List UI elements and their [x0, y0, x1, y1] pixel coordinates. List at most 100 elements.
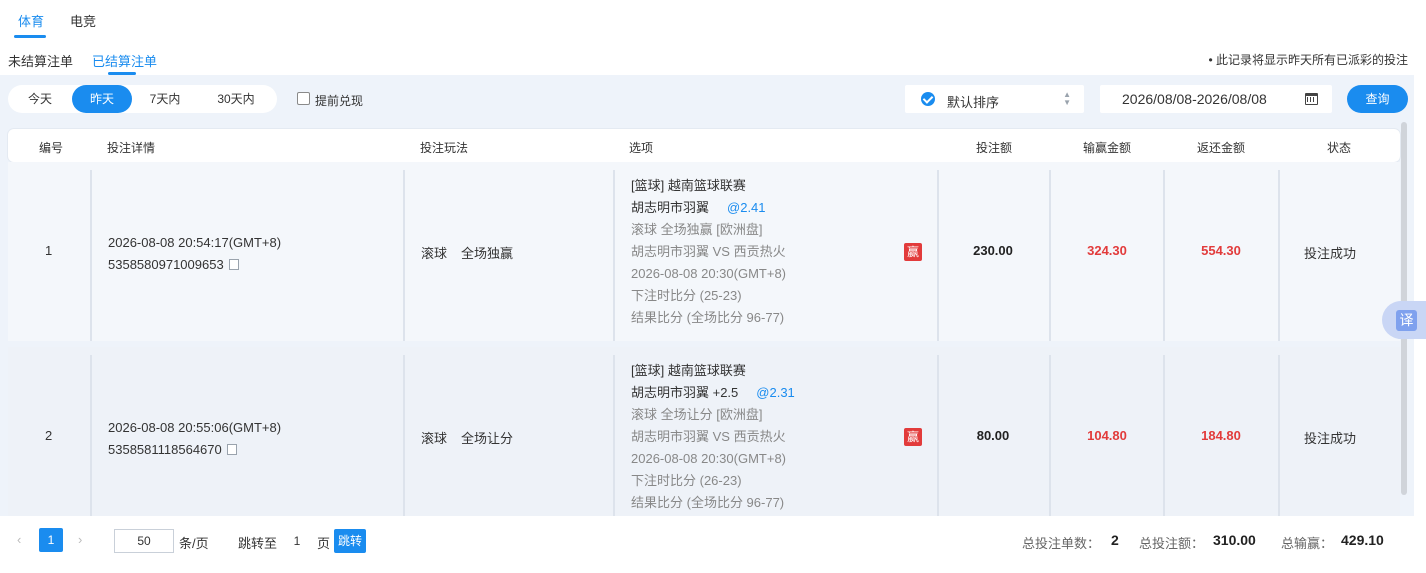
page-number-button[interactable]: 1 — [39, 528, 63, 552]
prev-page-icon[interactable]: ‹ — [17, 532, 21, 547]
league: [篮球] 越南篮球联赛 — [631, 178, 746, 193]
header-no: 编号 — [39, 141, 64, 155]
column-divider — [1163, 355, 1165, 516]
header-play: 投注玩法 — [420, 141, 469, 155]
win-badge: 赢 — [904, 428, 922, 446]
page-size-input[interactable]: 50 — [114, 529, 174, 553]
range-yesterday-button[interactable]: 昨天 — [72, 85, 132, 113]
sort-select[interactable]: 默认排序 ▲ ▼ — [905, 85, 1084, 113]
table-row: 1 2026-08-08 20:54:17(GMT+8) 53585809710… — [8, 162, 1400, 341]
bet-details: 2026-08-08 20:54:17(GMT+8) 5358580971009… — [108, 232, 281, 276]
market: 滚球 全场让分 [欧洲盘] — [631, 407, 763, 422]
column-divider — [1049, 170, 1051, 341]
jump-label: 跳转至 — [238, 536, 278, 551]
tab-unsettled[interactable]: 未结算注单 — [8, 51, 73, 70]
header-status: 状态 — [1327, 141, 1352, 155]
column-divider — [1163, 170, 1165, 341]
header-return: 返还金额 — [1197, 141, 1246, 155]
jump-button[interactable]: 跳转 — [334, 529, 366, 553]
date-range-picker[interactable]: 2026/08/08-2026/08/08 — [1100, 85, 1332, 113]
win-badge: 赢 — [904, 243, 922, 261]
date-range-segment: 今天 昨天 7天内 30天内 — [8, 85, 277, 113]
odds: @2.31 — [756, 385, 795, 400]
league: [篮球] 越南篮球联赛 — [631, 363, 746, 378]
total-count-value: 2 — [1111, 532, 1119, 548]
copy-icon[interactable] — [223, 444, 237, 458]
market: 滚球 全场独赢 [欧洲盘] — [631, 222, 763, 237]
tab-esports[interactable]: 电竞 — [70, 11, 96, 30]
column-divider — [403, 355, 405, 516]
header-stake: 投注额 — [976, 141, 1013, 155]
bet-time: 2026-08-08 20:55:06(GMT+8) — [108, 420, 282, 435]
bet-selection: [篮球] 越南篮球联赛 胡志明市羽翼 @2.41 滚球 全场独赢 [欧洲盘] 胡志… — [631, 175, 786, 329]
column-divider — [613, 170, 615, 341]
jump-page-input[interactable]: 1 — [283, 529, 311, 553]
table-body: 1 2026-08-08 20:54:17(GMT+8) 53585809710… — [0, 162, 1400, 516]
tab-active-indicator — [14, 35, 46, 38]
header-bet-details: 投注详情 — [107, 141, 156, 155]
copy-icon[interactable] — [225, 259, 239, 273]
odds: @2.41 — [727, 200, 766, 215]
win-loss-amount: 104.80 — [1087, 428, 1127, 443]
return-amount: 184.80 — [1201, 428, 1241, 443]
pagination-footer: ‹ 1 › 50 条/页 跳转至 1 页 跳转 总投注单数： 2 总投注额： 3… — [0, 516, 1414, 566]
range-30days-button[interactable]: 30天内 — [204, 85, 268, 113]
play-type: 滚球 — [421, 431, 448, 446]
result-score: 结果比分 (全场比分 96-77) — [631, 310, 785, 325]
return-amount: 554.30 — [1201, 243, 1241, 258]
score-at-bet: 下注时比分 (26-23) — [631, 473, 742, 488]
stake-amount: 230.00 — [973, 243, 1013, 258]
match: 胡志明市羽翼 VS 西贡热火 — [631, 429, 786, 444]
date-range-value: 2026/08/08-2026/08/08 — [1122, 91, 1267, 107]
column-divider — [403, 170, 405, 341]
column-divider — [1278, 170, 1280, 341]
range-today-button[interactable]: 今天 — [8, 85, 72, 113]
header-selection: 选项 — [629, 141, 654, 155]
per-page-label: 条/页 — [179, 536, 209, 551]
tab-sports[interactable]: 体育 — [18, 11, 44, 30]
play-name: 全场独赢 — [461, 246, 514, 261]
column-divider — [1278, 355, 1280, 516]
column-divider — [90, 355, 92, 516]
row-number: 2 — [45, 428, 53, 443]
column-divider — [1049, 355, 1051, 516]
table-row: 2 2026-08-08 20:55:06(GMT+8) 53585811185… — [8, 347, 1400, 516]
total-stake-value: 310.00 — [1213, 532, 1256, 548]
bet-time: 2026-08-08 20:54:17(GMT+8) — [108, 235, 282, 250]
result-score: 结果比分 (全场比分 96-77) — [631, 495, 785, 510]
bet-status: 投注成功 — [1304, 431, 1357, 446]
check-circle-icon — [921, 92, 935, 106]
bet-id: 5358580971009653 — [108, 257, 224, 272]
query-button[interactable]: 查询 — [1347, 85, 1408, 113]
next-page-icon[interactable]: › — [78, 532, 82, 547]
column-divider — [937, 170, 939, 341]
bet-selection: [篮球] 越南篮球联赛 胡志明市羽翼 +2.5 @2.31 滚球 全场让分 [欧洲… — [631, 360, 795, 514]
column-divider — [90, 170, 92, 341]
cashout-checkbox[interactable] — [297, 92, 310, 105]
win-loss-amount: 324.30 — [1087, 243, 1127, 258]
total-count-label: 总投注单数： — [1022, 536, 1101, 551]
total-win-value: 429.10 — [1341, 532, 1384, 548]
bet-play: 滚球 全场让分 — [421, 428, 513, 447]
play-name: 全场让分 — [461, 431, 514, 446]
page-suffix-label: 页 — [317, 536, 331, 551]
play-type: 滚球 — [421, 246, 448, 261]
calendar-icon[interactable] — [1305, 93, 1318, 105]
column-divider — [613, 355, 615, 516]
total-win-label: 总输赢： — [1281, 536, 1334, 551]
bet-id: 5358581118564670 — [108, 442, 222, 457]
stake-amount: 80.00 — [976, 428, 1010, 443]
bet-play: 滚球 全场独赢 — [421, 243, 513, 262]
bet-details: 2026-08-08 20:55:06(GMT+8) 5358581118564… — [108, 417, 281, 461]
pick: 胡志明市羽翼 — [631, 200, 710, 215]
row-number: 1 — [45, 243, 53, 258]
match-time: 2026-08-08 20:30(GMT+8) — [631, 266, 787, 281]
records-notice: • 此记录将显示昨天所有已派彩的投注 — [1208, 53, 1408, 67]
sort-arrows-icon: ▲ ▼ — [1063, 90, 1071, 107]
sort-label: 默认排序 — [947, 95, 1000, 110]
range-7days-button[interactable]: 7天内 — [136, 85, 194, 113]
tab-settled[interactable]: 已结算注单 — [92, 51, 157, 70]
header-win-loss: 输赢金额 — [1083, 141, 1132, 155]
translate-button[interactable]: 译 — [1382, 301, 1426, 339]
score-at-bet: 下注时比分 (25-23) — [631, 288, 742, 303]
